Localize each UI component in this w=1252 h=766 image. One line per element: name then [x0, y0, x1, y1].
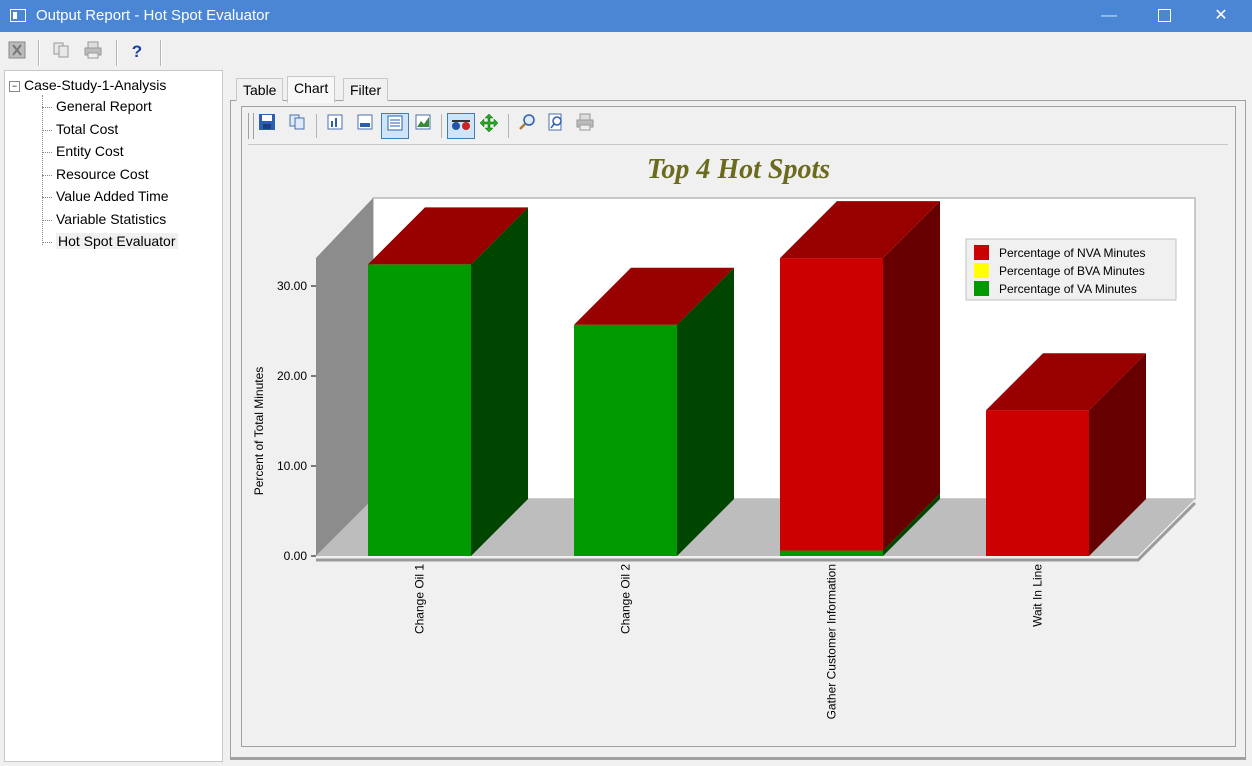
chart-type-icon[interactable]	[412, 113, 434, 139]
chart-title: Top 4 Hot Spots	[646, 154, 831, 185]
tree-item-general-report[interactable]: General Report	[42, 96, 152, 116]
tab-table[interactable]: Table	[236, 78, 284, 101]
tree-item-label: Entity Cost	[56, 143, 124, 159]
tree-item-hot-spot-evaluator[interactable]: Hot Spot Evaluator	[42, 231, 178, 251]
tree-item-label: Resource Cost	[56, 166, 149, 182]
side-wall	[316, 198, 373, 556]
print-icon[interactable]	[82, 41, 104, 63]
splitter[interactable]	[224, 70, 228, 762]
y-tick-label: 30.00	[277, 279, 307, 293]
bar-front	[574, 324, 677, 556]
zoom-icon[interactable]	[516, 113, 538, 139]
copy-icon[interactable]	[50, 41, 72, 63]
tree-item-variable-statistics[interactable]: Variable Statistics	[42, 209, 166, 229]
tree-item-label: Variable Statistics	[56, 211, 167, 227]
window-title: Output Report - Hot Spot Evaluator	[36, 7, 270, 24]
y-tick-label: 0.00	[284, 549, 308, 563]
maximize-icon	[1157, 9, 1171, 23]
legend-swatch	[974, 263, 989, 278]
tab-chart[interactable]: Chart	[287, 76, 336, 103]
tree-item-label: Value Added Time	[56, 188, 169, 204]
main-toolbar: ?	[0, 36, 1252, 68]
copy-icon[interactable]	[286, 113, 308, 139]
legend-swatch	[974, 245, 989, 260]
table-icon[interactable]	[381, 113, 409, 139]
maximize-button[interactable]	[1141, 0, 1187, 32]
y-tick-label: 20.00	[277, 369, 307, 383]
chart-toolbar	[248, 110, 1228, 145]
tree-item-total-cost[interactable]: Total Cost	[42, 119, 118, 139]
tree-item-label: Hot Spot Evaluator	[56, 233, 178, 249]
bar-front	[986, 410, 1089, 556]
tree-item-value-added-time[interactable]: Value Added Time	[42, 186, 169, 206]
bar-front	[780, 550, 883, 556]
title-bar: Output Report - Hot Spot Evaluator — ✕	[0, 0, 1252, 32]
3d-glasses-icon[interactable]	[447, 113, 475, 139]
report-tree: − Case-Study-1-Analysis General Report To…	[4, 70, 223, 762]
minimize-button[interactable]: —	[1086, 0, 1132, 32]
category-label: Gather Customer Information	[825, 564, 839, 719]
legend-label: Percentage of NVA Minutes	[999, 246, 1146, 260]
legend-label: Percentage of BVA Minutes	[999, 264, 1145, 278]
bar-side	[883, 201, 940, 551]
bar-chart-icon[interactable]	[324, 113, 346, 139]
app-icon	[10, 9, 26, 22]
bar-side	[471, 207, 528, 556]
hot-spot-chart: 0.00 10.00 20.00 30.00 Percent of Total Minu…	[252, 197, 1197, 719]
tree-root-label: Case-Study-1-Analysis	[24, 77, 167, 93]
tab-label: Chart	[294, 80, 329, 96]
print-icon[interactable]	[574, 113, 596, 139]
close-button[interactable]: ✕	[1198, 0, 1244, 32]
bar-front	[780, 258, 883, 551]
tree-item-label: General Report	[56, 98, 152, 114]
tab-filter[interactable]: Filter	[343, 78, 389, 101]
help-icon: ?	[131, 42, 143, 61]
tree-item-label: Total Cost	[56, 121, 119, 137]
bar-front	[368, 264, 471, 556]
category-label: Wait In Line	[1031, 564, 1045, 627]
tree-item-resource-cost[interactable]: Resource Cost	[42, 164, 149, 184]
tree-root[interactable]: − Case-Study-1-Analysis	[9, 77, 166, 93]
y-axis-label: Percent of Total Minutes	[252, 367, 266, 496]
collapse-icon[interactable]: −	[9, 80, 20, 92]
help-button[interactable]: ?	[126, 41, 148, 63]
tab-label: Table	[243, 82, 277, 98]
category-label: Change Oil 2	[619, 564, 633, 634]
data-icon[interactable]	[354, 113, 376, 139]
move-icon[interactable]	[478, 113, 500, 139]
excel-icon[interactable]	[6, 41, 28, 63]
legend-label: Percentage of VA Minutes	[999, 282, 1137, 296]
toolbar-grip[interactable]	[248, 113, 254, 139]
category-label: Change Oil 1	[413, 564, 427, 634]
y-tick-label: 10.00	[277, 459, 307, 473]
tab-label: Filter	[350, 82, 382, 98]
zoom-page-icon[interactable]	[545, 113, 567, 139]
legend-swatch	[974, 281, 989, 296]
tree-item-entity-cost[interactable]: Entity Cost	[42, 141, 124, 161]
save-icon[interactable]	[256, 113, 278, 139]
